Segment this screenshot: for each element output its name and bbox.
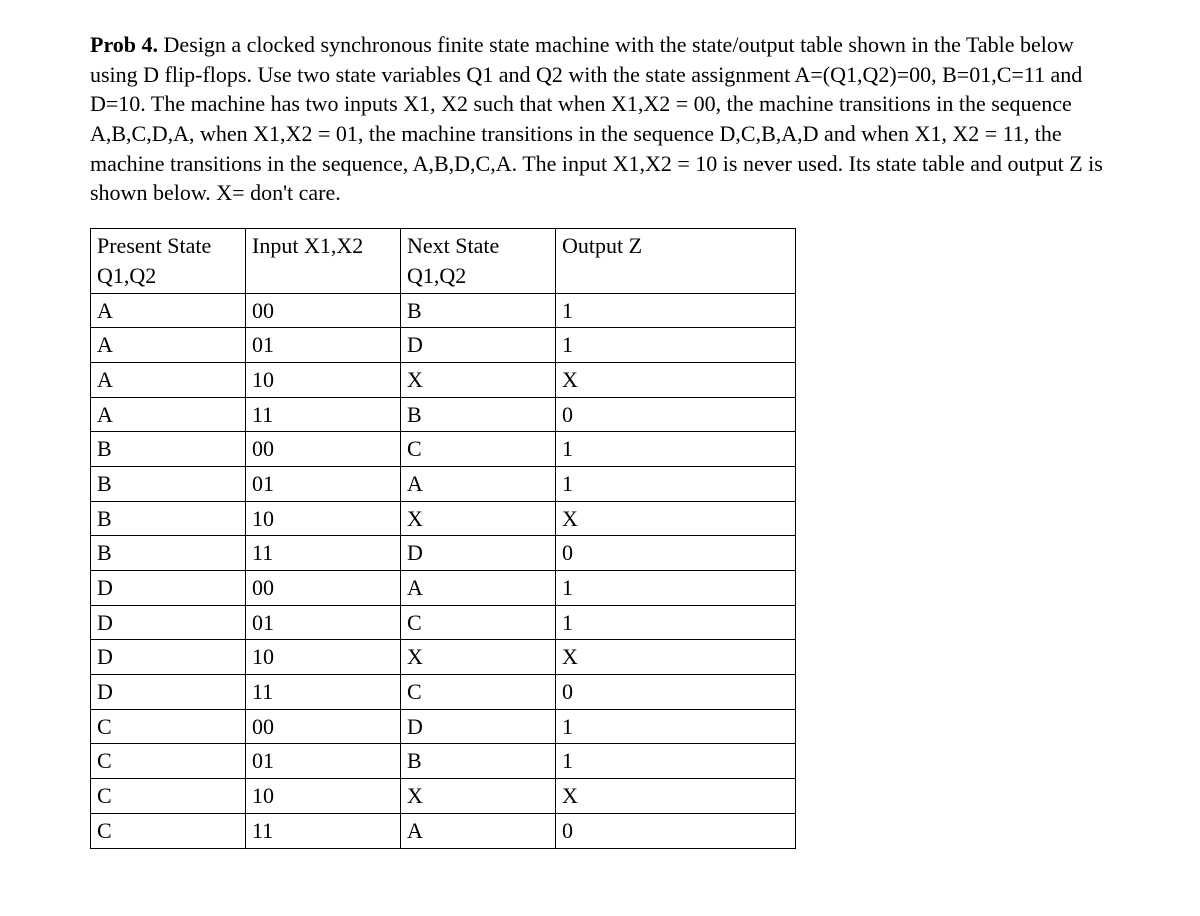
table-row: C00D1 (91, 709, 796, 744)
table-row: C11A0 (91, 813, 796, 848)
table-cell: 00 (246, 432, 401, 467)
problem-body: Design a clocked synchronous finite stat… (90, 32, 1103, 205)
table-cell: 11 (246, 675, 401, 710)
table-body: A00B1A01D1A10XXA11B0B00C1B01A1B10XXB11D0… (91, 293, 796, 848)
table-cell: X (556, 501, 796, 536)
table-cell: B (401, 293, 556, 328)
table-cell: X (401, 640, 556, 675)
table-row: D10XX (91, 640, 796, 675)
table-cell: 00 (246, 571, 401, 606)
problem-statement: Prob 4. Design a clocked synchronous fin… (90, 30, 1110, 208)
table-cell: B (91, 536, 246, 571)
table-cell: D (401, 328, 556, 363)
table-cell: A (91, 397, 246, 432)
table-cell: C (91, 779, 246, 814)
table-cell: D (91, 571, 246, 606)
table-cell: 01 (246, 328, 401, 363)
table-row: B01A1 (91, 466, 796, 501)
table-cell: A (91, 328, 246, 363)
state-table: Present State Q1,Q2 Input X1,X2 Next Sta… (90, 228, 796, 848)
table-row: D11C0 (91, 675, 796, 710)
table-cell: B (91, 501, 246, 536)
table-cell: A (401, 813, 556, 848)
table-cell: 0 (556, 813, 796, 848)
table-cell: 10 (246, 501, 401, 536)
table-cell: 0 (556, 397, 796, 432)
table-cell: 1 (556, 328, 796, 363)
table-row: A00B1 (91, 293, 796, 328)
table-cell: 1 (556, 744, 796, 779)
table-cell: 10 (246, 640, 401, 675)
table-cell: 1 (556, 605, 796, 640)
table-cell: 0 (556, 675, 796, 710)
table-row: B00C1 (91, 432, 796, 467)
table-cell: 00 (246, 293, 401, 328)
table-cell: D (91, 640, 246, 675)
table-cell: 11 (246, 397, 401, 432)
table-cell: 1 (556, 571, 796, 606)
problem-label: Prob 4. (90, 32, 158, 57)
table-cell: A (401, 571, 556, 606)
problem-container: Prob 4. Design a clocked synchronous fin… (90, 30, 1110, 849)
table-cell: B (401, 397, 556, 432)
header-output: Output Z (556, 229, 796, 293)
table-row: D01C1 (91, 605, 796, 640)
table-cell: D (401, 536, 556, 571)
table-cell: A (401, 466, 556, 501)
table-row: C10XX (91, 779, 796, 814)
table-cell: C (91, 813, 246, 848)
table-cell: 1 (556, 709, 796, 744)
table-cell: C (401, 605, 556, 640)
table-row: A01D1 (91, 328, 796, 363)
table-cell: 10 (246, 362, 401, 397)
table-row: A10XX (91, 362, 796, 397)
table-cell: C (401, 675, 556, 710)
header-next-state: Next State Q1,Q2 (401, 229, 556, 293)
table-cell: D (91, 675, 246, 710)
table-header-row: Present State Q1,Q2 Input X1,X2 Next Sta… (91, 229, 796, 293)
table-row: D00A1 (91, 571, 796, 606)
table-cell: X (556, 362, 796, 397)
table-row: C01B1 (91, 744, 796, 779)
table-cell: 0 (556, 536, 796, 571)
table-cell: B (401, 744, 556, 779)
table-cell: C (91, 709, 246, 744)
table-cell: 11 (246, 813, 401, 848)
table-cell: A (91, 293, 246, 328)
header-input: Input X1,X2 (246, 229, 401, 293)
table-cell: D (401, 709, 556, 744)
table-cell: 00 (246, 709, 401, 744)
table-cell: X (401, 779, 556, 814)
table-cell: 1 (556, 293, 796, 328)
table-cell: 10 (246, 779, 401, 814)
table-cell: C (401, 432, 556, 467)
table-cell: 01 (246, 466, 401, 501)
table-cell: D (91, 605, 246, 640)
table-cell: 01 (246, 605, 401, 640)
table-cell: 11 (246, 536, 401, 571)
table-cell: 1 (556, 432, 796, 467)
header-present-state: Present State Q1,Q2 (91, 229, 246, 293)
table-row: A11B0 (91, 397, 796, 432)
table-cell: B (91, 466, 246, 501)
table-cell: 1 (556, 466, 796, 501)
table-cell: A (91, 362, 246, 397)
table-cell: C (91, 744, 246, 779)
table-cell: X (401, 362, 556, 397)
table-cell: B (91, 432, 246, 467)
table-cell: X (401, 501, 556, 536)
table-cell: X (556, 779, 796, 814)
table-cell: X (556, 640, 796, 675)
table-cell: 01 (246, 744, 401, 779)
table-row: B11D0 (91, 536, 796, 571)
table-row: B10XX (91, 501, 796, 536)
